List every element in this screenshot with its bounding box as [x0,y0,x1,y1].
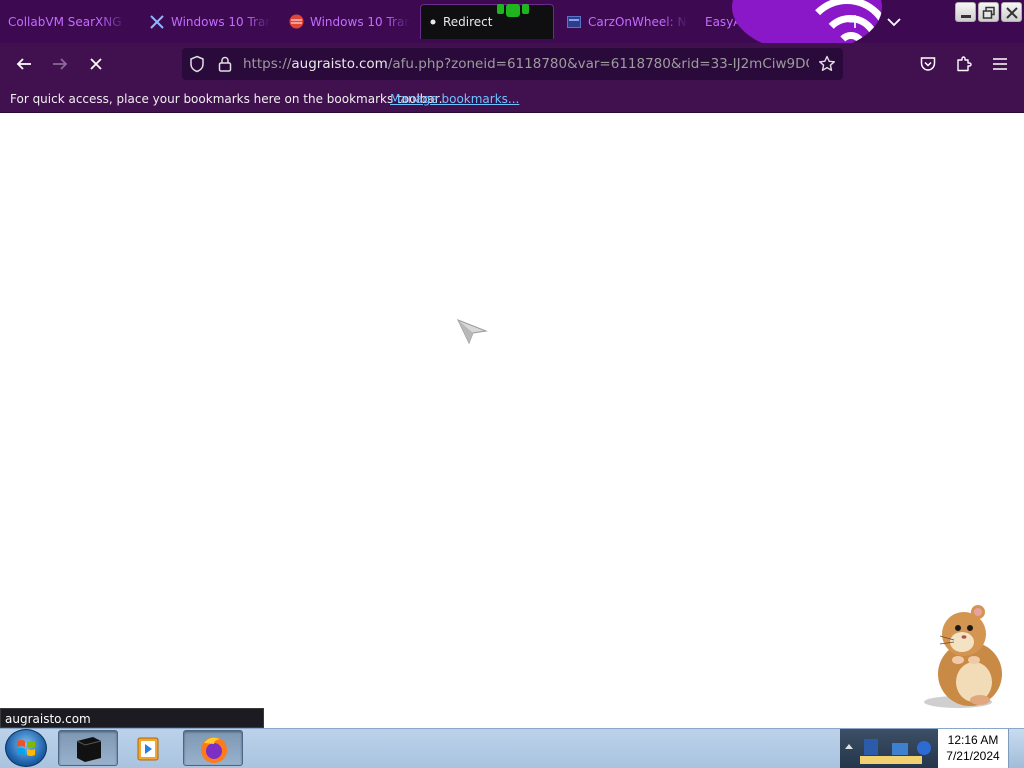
close-window-button[interactable] [1001,2,1022,22]
forward-arrow-icon[interactable] [48,52,72,76]
tab-label: CollabVM SearXNG [8,14,122,29]
taskbar-clock[interactable]: 12:16 AM 7/21/2024 [938,729,1008,768]
taskbar-item-terminal[interactable] [58,730,118,766]
bookmark-star-icon[interactable] [815,52,839,76]
tab-label: CarzOnWheel: Ne [588,14,688,29]
back-arrow-icon[interactable] [12,52,36,76]
show-desktop-button[interactable] [1008,729,1024,768]
tab-label: Windows 10 Tran [310,14,410,29]
page-content[interactable] [0,113,1024,728]
clock-date: 7/21/2024 [946,749,1000,763]
tab-strip: CollabVM SearXNG Windows 10 Tran Windows… [0,0,1024,43]
tab-carzonwheel[interactable]: CarzOnWheel: Ne [558,0,694,43]
page-icon [566,14,582,30]
tab-windows10-2[interactable]: Windows 10 Tran [280,0,416,43]
manage-bookmarks-link[interactable]: Manage bookmarks... [390,92,519,106]
clock-time: 12:16 AM [947,733,999,747]
tray-expand-arrow-icon[interactable] [845,744,853,749]
tab-collabvm-searxng[interactable]: CollabVM SearXNG [0,0,138,43]
tab-redirect-active[interactable]: Redirect [420,4,554,39]
link-status-popup: augraisto.com [0,708,264,728]
mouse-pointer-icon [457,319,488,344]
tab-windows10-1[interactable]: Windows 10 Tran [141,0,276,43]
firefox-icon [201,737,227,763]
list-tabs-chevron-icon[interactable] [884,12,904,32]
tray-notification-strip [860,756,922,764]
tray-monitor-icon[interactable] [892,743,908,755]
loading-dot-icon [429,14,437,30]
window-caption-buttons [955,2,1022,22]
taskbar-item-media-player[interactable] [120,730,180,766]
url-path: /afu.php?zoneid=6118780&var=6118780&rid=… [387,56,809,72]
tab-label: Redirect [443,15,493,29]
url-host: augraisto.com [291,56,388,72]
url-text[interactable]: https://augraisto.com/afu.php?zoneid=611… [243,56,809,72]
menu-hamburger-icon[interactable] [988,52,1012,76]
tracking-shield-icon[interactable] [185,52,209,76]
tab-label: Windows 10 Tran [171,14,271,29]
bookmarks-hint-text: For quick access, place your bookmarks h… [10,92,443,106]
url-scheme: https:// [243,56,292,72]
x-logo-icon [149,14,165,30]
extensions-puzzle-icon[interactable] [952,52,976,76]
windows-logo-icon [17,740,35,756]
lock-icon[interactable] [213,52,237,76]
green-indicator-icon [497,4,529,17]
red-globe-icon [288,14,304,30]
taskbar-item-firefox[interactable] [183,730,243,766]
restore-button[interactable] [978,2,999,22]
black-window-icon [76,737,102,762]
tray-network-icon[interactable] [864,739,878,755]
desktop-pet-hamster-icon[interactable] [918,602,1010,710]
new-tab-button[interactable]: + [844,10,866,32]
pocket-icon[interactable] [916,52,940,76]
tray-speaker-icon[interactable] [917,741,931,755]
media-player-icon [137,737,159,761]
start-button[interactable] [5,729,47,767]
screen: { "browser": { "tabs": [ {"label": "Coll… [0,0,1024,768]
stop-loading-icon[interactable] [84,52,108,76]
minimize-button[interactable] [955,2,976,22]
